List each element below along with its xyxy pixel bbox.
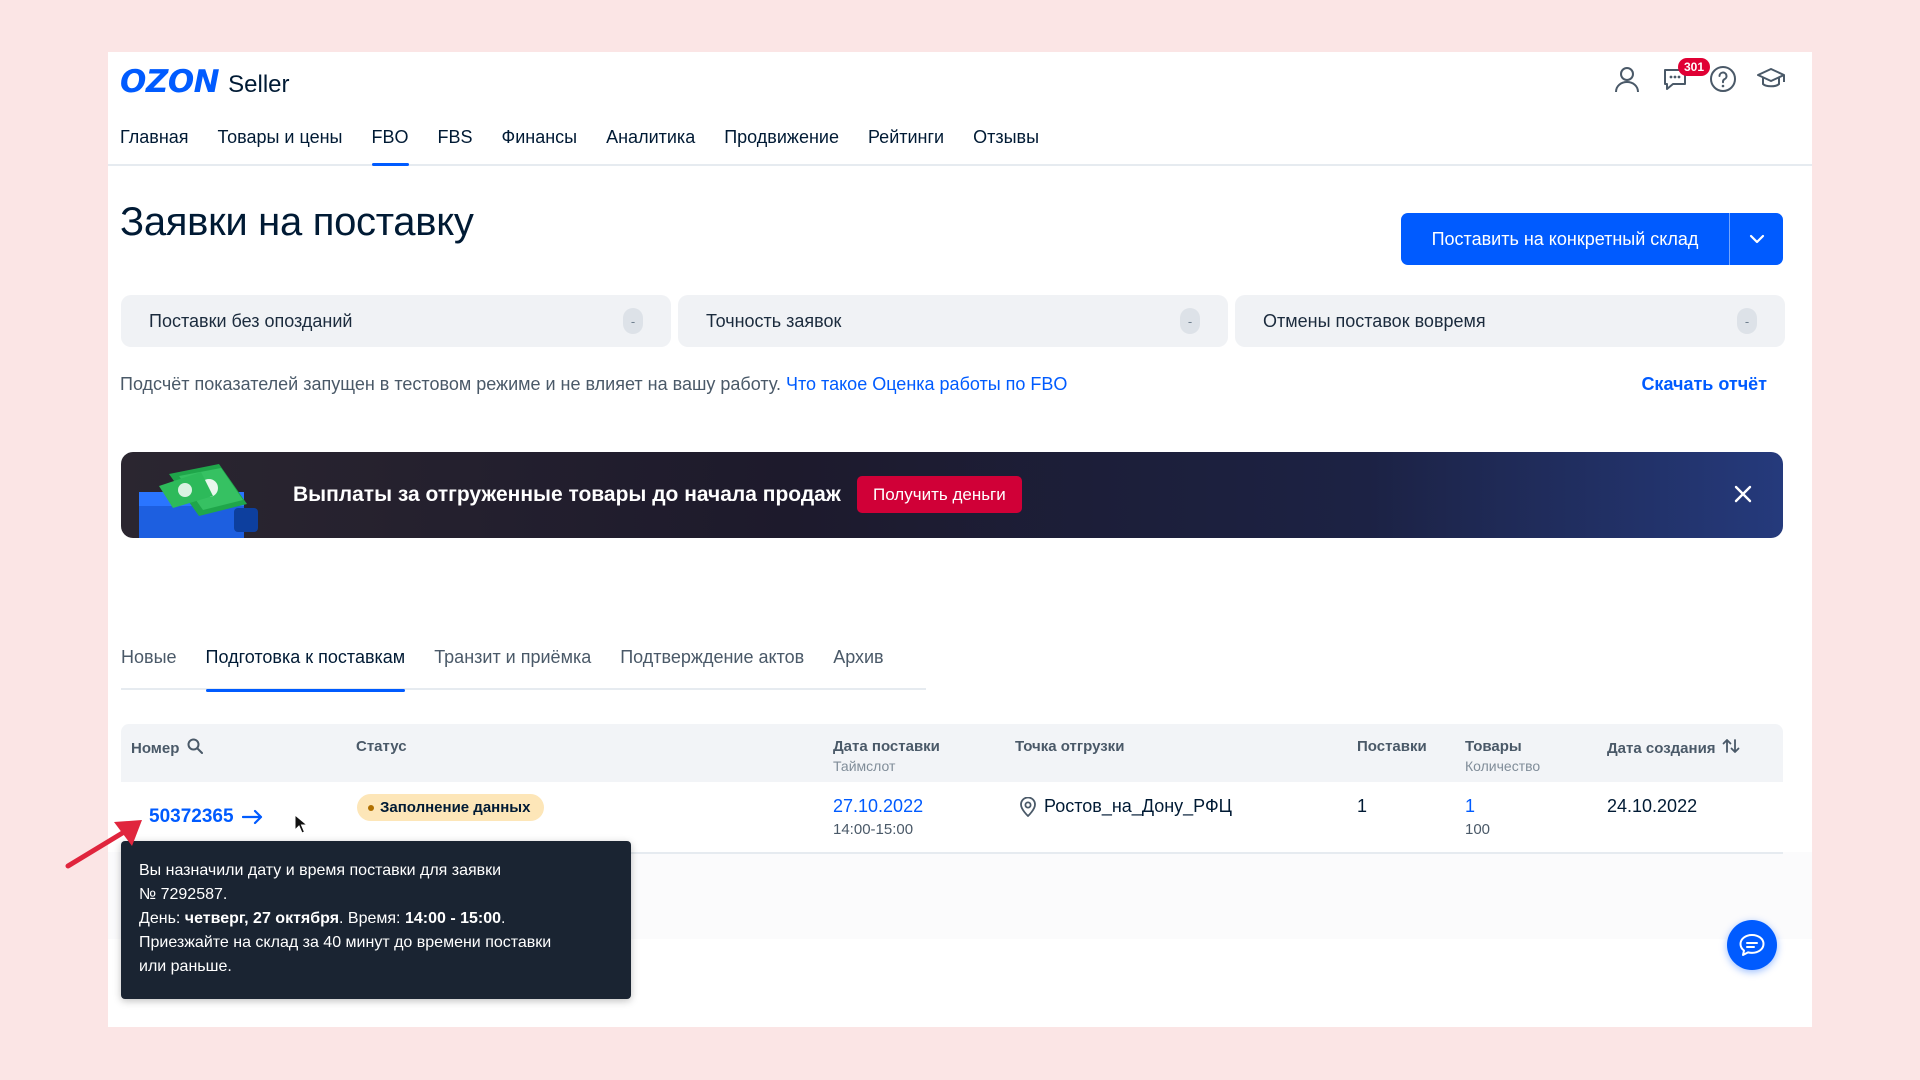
tooltip-day-value: четверг, 27 октября [184,910,340,927]
th-supplies: Поставки [1357,738,1427,755]
ozon-seller-logo[interactable]: OZON Seller [120,64,290,104]
mouse-cursor-icon [294,813,309,839]
promo-banner: Выплаты за отгруженные товары до начала … [121,452,1783,538]
tooltip-line-3: День: четверг, 27 октября. Время: 14:00 … [139,907,613,931]
status-text: Заполнение данных [380,799,531,816]
support-chat-button[interactable] [1727,920,1777,970]
th-delivery-date: Дата поставки Таймслот [833,738,940,774]
nav-home[interactable]: Главная [120,127,189,164]
search-icon[interactable] [187,738,204,758]
supply-tooltip: Вы назначили дату и время поставки для з… [121,841,631,999]
status-dot [368,804,374,811]
logo-ozon: OZON [120,64,220,100]
nav-fbo[interactable]: FBO [371,127,409,166]
th-quantity-label: Количество [1465,758,1541,774]
get-money-button[interactable]: Получить деньги [857,476,1022,513]
supply-table: Номер Статус Дата поставки Таймслот Точк… [121,724,1783,854]
close-icon[interactable] [1729,480,1757,508]
supply-to-warehouse-button-group: Поставить на конкретный склад [1401,213,1783,265]
supply-number: 50372365 [149,806,234,827]
main-nav: Главная Товары и цены FBO FBS Финансы Ан… [120,127,1039,166]
notifications-badge: 301 [1678,58,1711,76]
metric-value: - [1180,308,1200,334]
th-created-label: Дата создания [1607,739,1716,757]
header: OZON Seller 301 Главная Товары и цены FB… [108,52,1812,166]
tab-new[interactable]: Новые [121,647,177,690]
nav-reviews[interactable]: Отзывы [973,127,1039,164]
th-goods: Товары Количество [1465,738,1540,774]
tooltip-time-value: 14:00 - 15:00 [404,910,502,927]
education-cap-icon[interactable] [1756,64,1786,94]
wallet-money-icon [139,464,264,538]
tooltip-time-label: . Время: [339,910,405,927]
nav-promotion[interactable]: Продвижение [724,127,839,164]
nav-ratings[interactable]: Рейтинги [868,127,944,164]
tooltip-line-2: № 7292587. [139,886,228,903]
annotation-arrow-icon [64,810,154,877]
th-created[interactable]: Дата создания [1607,738,1740,758]
th-number: Номер [131,738,204,758]
header-actions: 301 [1612,58,1786,94]
supply-number-link[interactable]: 50372365 [149,806,264,828]
fbo-evaluation-link[interactable]: Что такое Оценка работы по FBO [786,374,1067,394]
arrow-right-icon [241,809,262,825]
th-goods-label: Товары [1465,738,1522,755]
tab-transit[interactable]: Транзит и приёмка [434,647,591,690]
supply-to-warehouse-button[interactable]: Поставить на конкретный склад [1401,213,1730,265]
nav-fbs[interactable]: FBS [438,127,473,164]
table-header: Номер Статус Дата поставки Таймслот Точк… [121,724,1783,782]
status-badge: Заполнение данных [357,794,545,821]
shipment-point-cell: Ростов_на_Дону_РФЦ [1019,796,1232,817]
notice-text: Подсчёт показателей запущен в тестовом р… [120,374,781,394]
metric-value: - [623,308,643,334]
chat-icon[interactable]: 301 [1660,58,1711,94]
th-delivery-date-label: Дата поставки [833,738,940,755]
test-mode-notice: Подсчёт показателей запущен в тестовом р… [120,374,1067,395]
page-title: Заявки на поставку [120,200,474,244]
profile-icon[interactable] [1612,64,1642,94]
download-report-link[interactable]: Скачать отчёт [1641,374,1767,395]
metric-cancellations[interactable]: Отмены поставок вовремя - [1235,295,1785,347]
th-status: Статус [356,738,407,755]
th-point: Точка отгрузки [1015,738,1125,755]
tab-archive[interactable]: Архив [833,647,883,690]
logo-seller: Seller [228,71,290,98]
shipment-point: Ростов_на_Дону_РФЦ [1044,796,1232,816]
metrics-row: Поставки без опозданий - Точность заявок… [121,295,1785,347]
tooltip-day-label: День: [139,910,185,927]
metric-accuracy[interactable]: Точность заявок - [678,295,1228,347]
metric-value: - [1737,308,1757,334]
tooltip-line-1: Вы назначили дату и время поставки для з… [139,862,502,879]
th-timeslot-label: Таймслот [833,758,896,774]
nav-finance[interactable]: Финансы [502,127,578,164]
goods-cell: 1 100 [1465,796,1490,838]
supplies-count: 1 [1357,796,1368,816]
tab-acts[interactable]: Подтверждение актов [620,647,804,690]
tooltip-time-end: . [501,910,506,927]
supply-tabs: Новые Подготовка к поставкам Транзит и п… [121,647,926,692]
tooltip-line-5: или раньше. [139,958,232,975]
timeslot-value: 14:00-15:00 [833,821,914,838]
quantity-value: 100 [1465,821,1491,838]
help-icon[interactable] [1708,64,1738,94]
metric-label: Отмены поставок вовремя [1263,310,1486,331]
chat-bubble-icon [1739,934,1765,956]
nav-analytics[interactable]: Аналитика [606,127,695,164]
delivery-date-link[interactable]: 27.10.2022 [833,796,923,816]
metric-no-delays[interactable]: Поставки без опозданий - [121,295,671,347]
goods-link[interactable]: 1 [1465,796,1475,816]
promo-text: Выплаты за отгруженные товары до начала … [293,483,841,506]
location-pin-icon [1020,796,1036,817]
app-window: OZON Seller 301 Главная Товары и цены FB… [108,52,1812,1027]
nav-products-prices[interactable]: Товары и цены [218,127,343,164]
metric-label: Точность заявок [706,310,842,331]
created-date: 24.10.2022 [1607,796,1698,816]
sort-icon[interactable] [1722,738,1740,758]
th-number-label: Номер [131,739,180,757]
tooltip-line-4: Приезжайте на склад за 40 минут до време… [139,934,552,951]
tab-preparation[interactable]: Подготовка к поставкам [205,647,405,692]
delivery-date-cell: 27.10.2022 14:00-15:00 [833,796,923,838]
chevron-down-icon[interactable] [1730,213,1783,265]
metric-label: Поставки без опозданий [149,310,353,331]
